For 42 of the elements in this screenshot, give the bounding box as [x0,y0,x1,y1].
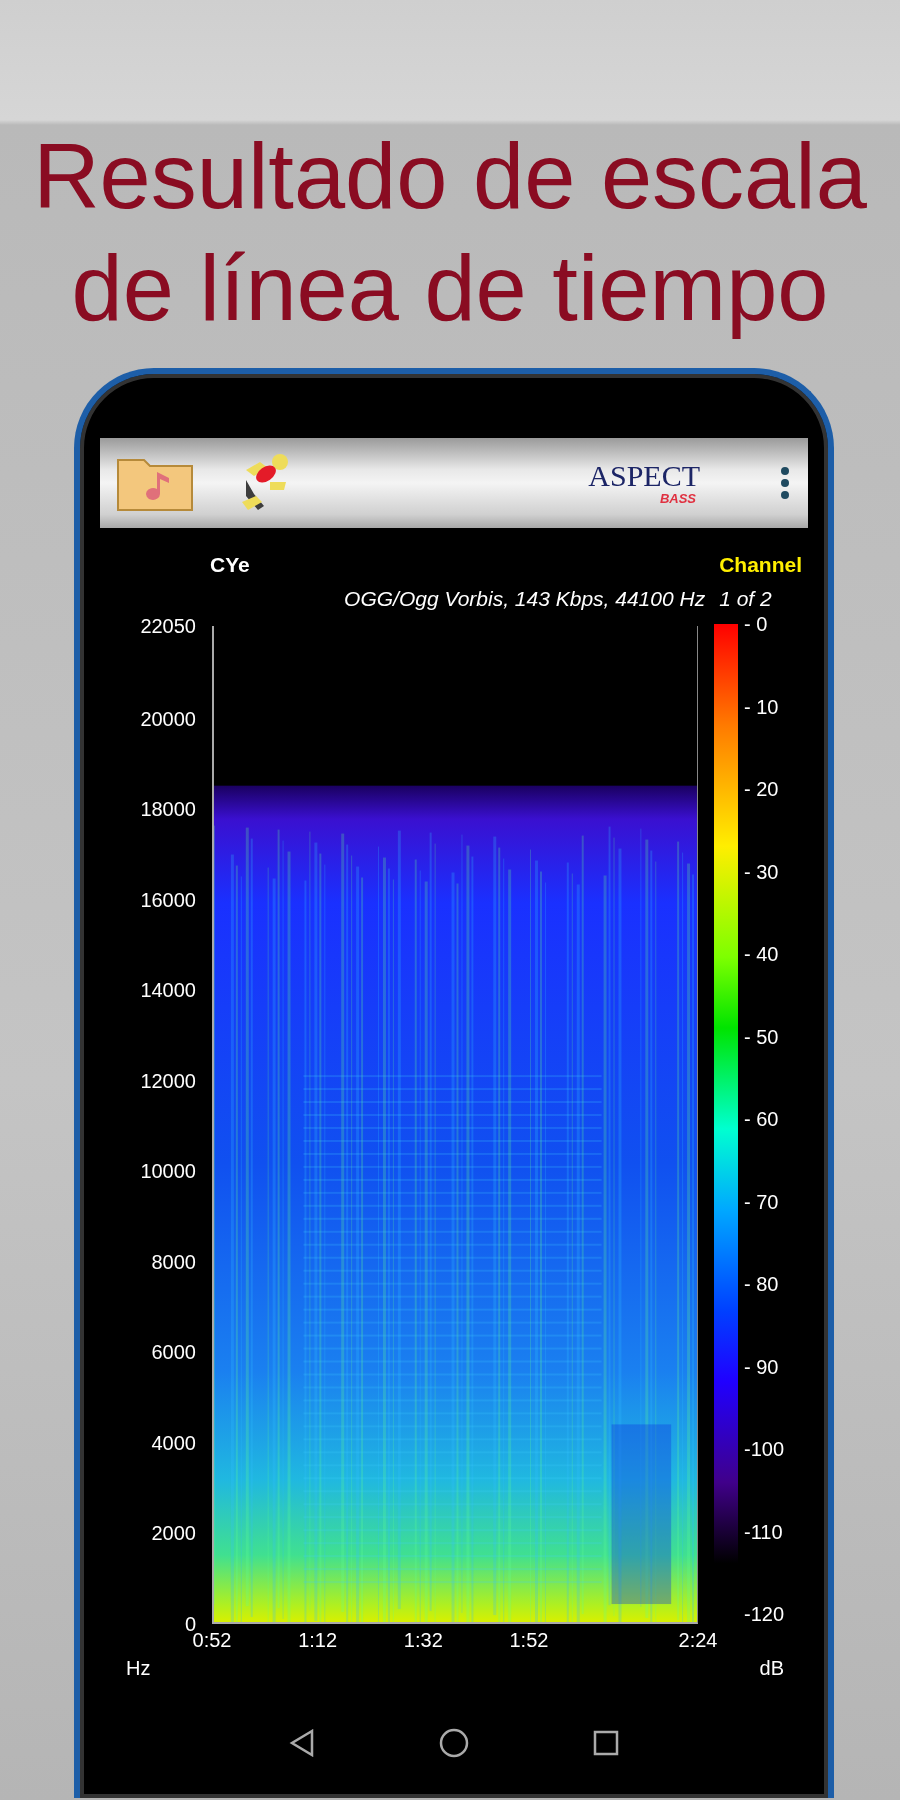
decibel-tick-label: - 10 [744,696,780,717]
brand-logo-subtext: BASS [659,490,696,506]
headline-text: Resultado de escala [33,124,867,229]
frequency-unit-label: Hz [125,1656,152,1678]
time-tick-label: 1:12 [298,1630,338,1650]
headline-text: de línea de tiempo [71,236,829,341]
decibel-unit-label: dB [759,1656,785,1678]
home-icon[interactable] [439,1728,469,1758]
frequency-tick-label: 14000 [140,980,196,1001]
decibel-tick-label: - 70 [744,1191,780,1212]
recents-icon[interactable] [593,1730,619,1756]
track-title: CYe [209,552,251,578]
time-tick-label: 2:24 [678,1630,718,1650]
decibel-tick-label: -110 [744,1521,784,1542]
brand-logo-text: ASPECT [588,460,700,491]
time-tick-label: 1:32 [403,1630,443,1650]
frequency-tick-label: 8000 [151,1251,196,1272]
decibel-tick-label: - 0 [744,614,769,634]
channel-count: 1 of 2 [719,586,773,612]
decibel-tick-label: - 80 [744,1274,780,1294]
frequency-tick-label: 22050 [140,616,196,636]
decibel-tick-label: -100 [744,1439,785,1459]
decibel-tick-label: - 20 [744,779,780,799]
time-tick-label: 1:52 [509,1630,549,1650]
decibel-tick-label: - 50 [744,1026,780,1047]
decibel-tick-label: - 90 [744,1356,780,1377]
back-icon[interactable] [289,1729,315,1757]
frequency-tick-label: 6000 [151,1342,196,1363]
decibel-tick-label: -120 [744,1604,785,1624]
frequency-tick-label: 2000 [151,1523,196,1544]
frequency-tick-label: 18000 [140,799,196,820]
channel-label: Channel [719,552,802,578]
decibel-tick-label: - 30 [744,861,780,882]
format-info: OGG/Ogg Vorbis, 143 Kbps, 44100 Hz [344,586,706,612]
decibel-tick-label: - 60 [744,1109,780,1129]
menu-icon[interactable] [780,466,790,500]
frequency-tick-label: 4000 [151,1432,196,1453]
frequency-tick-label: 10000 [140,1161,196,1182]
frequency-tick-label: 12000 [140,1070,196,1091]
frequency-tick-label: 16000 [140,889,196,910]
frequency-tick-label: 20000 [140,708,196,729]
decibel-tick-label: - 40 [744,944,780,964]
